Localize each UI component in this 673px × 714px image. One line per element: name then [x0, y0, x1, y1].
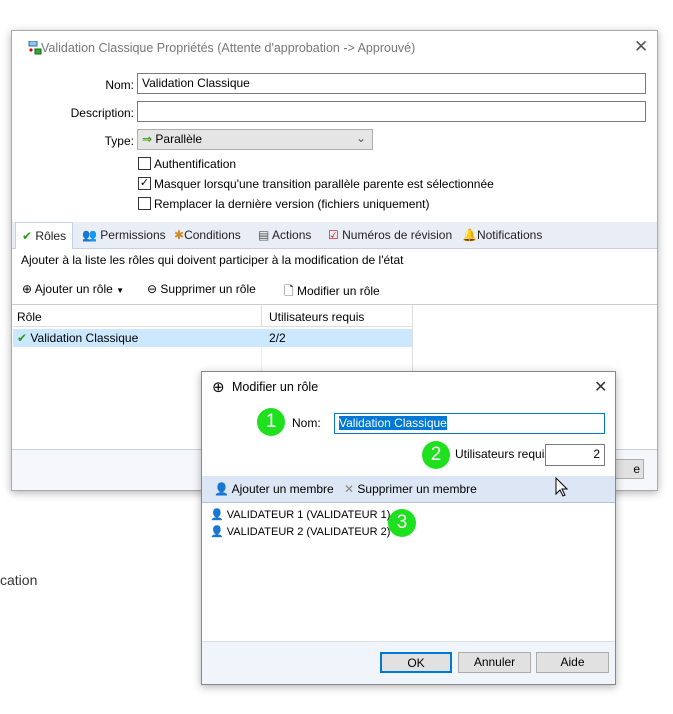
- tab-roles[interactable]: ✔ Rôles: [15, 222, 74, 249]
- document-icon: 🗋: [284, 284, 294, 298]
- minus-circle-icon: ⊖: [147, 282, 158, 296]
- plus-circle-icon: ⊕: [212, 379, 225, 396]
- checkbox-red-icon: ☑: [328, 228, 339, 242]
- required-users-input[interactable]: 2: [545, 444, 605, 466]
- person-icon: 👤: [214, 482, 229, 496]
- plus-circle-icon: ⊕: [22, 282, 33, 296]
- tab-actions[interactable]: ▤ Actions: [252, 222, 317, 248]
- callout-badge-3: 3: [388, 509, 416, 537]
- arrow-right-icon: ⇒: [142, 132, 153, 146]
- members-toolbar: 👤 Ajouter un membre ✕ Supprimer un membr…: [202, 476, 615, 503]
- document-star-icon: ✱: [174, 228, 185, 242]
- role-cell: Validation Classique: [30, 331, 139, 345]
- add-member-button[interactable]: 👤 Ajouter un membre: [214, 482, 334, 496]
- check-icon: ✔: [17, 331, 28, 345]
- users-icon: 👥: [82, 228, 97, 242]
- roles-hint: Ajouter à la liste les rôles qui doivent…: [21, 253, 404, 267]
- x-icon: ✕: [344, 482, 355, 496]
- mouse-cursor-icon: [555, 476, 569, 500]
- ok-button[interactable]: OK: [380, 652, 452, 673]
- tab-label: Rôles: [35, 229, 67, 243]
- workflow-icon: [28, 40, 42, 55]
- role-name-value: Validation Classique: [339, 416, 447, 430]
- remove-role-label: Supprimer un rôle: [160, 282, 256, 296]
- edit-role-dialog: ⊕ Modifier un rôle ✕ 1 Nom: Validation C…: [201, 371, 616, 685]
- name-label: Nom:: [292, 416, 321, 430]
- check-icon: ✔: [22, 229, 33, 243]
- required-cell: 2/2: [269, 331, 286, 345]
- document-check-icon: ▤: [258, 228, 270, 242]
- close-icon[interactable]: ✕: [594, 377, 607, 397]
- description-label: Description:: [70, 106, 134, 120]
- list-item[interactable]: 👤 VALIDATEUR 1 (VALIDATEUR 1): [210, 508, 390, 521]
- replace-version-checkbox[interactable]: [138, 197, 151, 210]
- cancel-button[interactable]: Annuler: [458, 652, 531, 673]
- authentication-checkbox[interactable]: [138, 157, 151, 170]
- chevron-down-icon: ⌄: [355, 131, 366, 145]
- tab-revision-numbers[interactable]: ☑ Numéros de révision: [322, 222, 458, 248]
- tab-label: Permissions: [100, 228, 166, 242]
- tab-strip: ✔ Rôles 👥 Permissions ✱Conditions ▤ Acti…: [12, 222, 657, 249]
- bell-icon: 🔔: [462, 228, 477, 242]
- tab-label: Numéros de révision: [342, 228, 453, 242]
- replace-version-label: Remplacer la dernière version (fichiers …: [154, 197, 430, 211]
- authentication-label: Authentification: [154, 157, 237, 171]
- background-text: cation: [0, 572, 38, 588]
- name-input[interactable]: Validation Classique: [137, 73, 646, 94]
- title-bar: Validation Classique Propriétés (Attente…: [12, 31, 657, 63]
- table-row[interactable]: ✔ Validation Classique 2/2: [13, 329, 412, 347]
- callout-badge-2: 2: [422, 441, 450, 469]
- callout-badge-1: 1: [257, 408, 285, 436]
- edit-role-button[interactable]: 🗋 Modifier un rôle: [284, 282, 380, 303]
- dialog-title: Modifier un rôle: [232, 380, 319, 394]
- name-label: Nom:: [105, 78, 134, 92]
- tab-conditions[interactable]: ✱Conditions: [168, 222, 247, 248]
- tab-notifications[interactable]: 🔔Notifications: [456, 222, 548, 248]
- add-member-label: Ajouter un membre: [231, 482, 334, 496]
- type-select[interactable]: ⇒ Parallèle ⌄: [137, 129, 373, 150]
- tab-label: Conditions: [184, 228, 241, 242]
- description-input[interactable]: [137, 101, 646, 122]
- dialog-title: Validation Classique Propriétés (Attente…: [41, 41, 416, 55]
- add-role-label: Ajouter un rôle: [34, 282, 113, 296]
- dialog-footer: OK Annuler Aide: [202, 642, 615, 684]
- close-icon[interactable]: ✕: [634, 37, 648, 57]
- column-header-required-users[interactable]: Utilisateurs requis: [269, 310, 364, 324]
- remove-member-label: Supprimer un membre: [357, 482, 477, 496]
- tab-permissions[interactable]: 👥 Permissions: [76, 222, 172, 248]
- hide-parallel-checkbox[interactable]: ✓: [138, 177, 151, 190]
- hide-parallel-label: Masquer lorsqu'une transition parallèle …: [154, 177, 494, 191]
- column-header-role[interactable]: Rôle: [17, 310, 42, 324]
- person-icon: 👤: [210, 526, 224, 538]
- dropdown-arrow-icon: ▼: [116, 286, 125, 295]
- help-button[interactable]: Aide: [536, 652, 609, 673]
- add-role-button[interactable]: ⊕ Ajouter un rôle ▼: [22, 282, 124, 296]
- tab-label: Actions: [272, 228, 312, 242]
- roles-toolbar: ⊕ Ajouter un rôle ▼ ⊖ Supprimer un rôle …: [22, 282, 422, 300]
- type-label: Type:: [104, 134, 134, 148]
- remove-member-button[interactable]: ✕ Supprimer un membre: [344, 482, 477, 496]
- list-item[interactable]: 👤 VALIDATEUR 2 (VALIDATEUR 2): [210, 525, 390, 538]
- remove-role-button[interactable]: ⊖ Supprimer un rôle: [147, 282, 256, 296]
- edit-role-label: Modifier un rôle: [297, 284, 380, 298]
- members-list: 👤 VALIDATEUR 1 (VALIDATEUR 1) 👤 VALIDATE…: [202, 504, 615, 642]
- required-users-label: Utilisateurs requis: [455, 447, 551, 461]
- member-name: VALIDATEUR 2 (VALIDATEUR 2): [226, 526, 391, 538]
- role-name-input[interactable]: Validation Classique: [334, 413, 605, 434]
- person-icon: 👤: [210, 509, 224, 521]
- member-name: VALIDATEUR 1 (VALIDATEUR 1): [226, 509, 391, 521]
- type-value: Parallèle: [155, 132, 203, 146]
- tab-label: Notifications: [476, 228, 543, 242]
